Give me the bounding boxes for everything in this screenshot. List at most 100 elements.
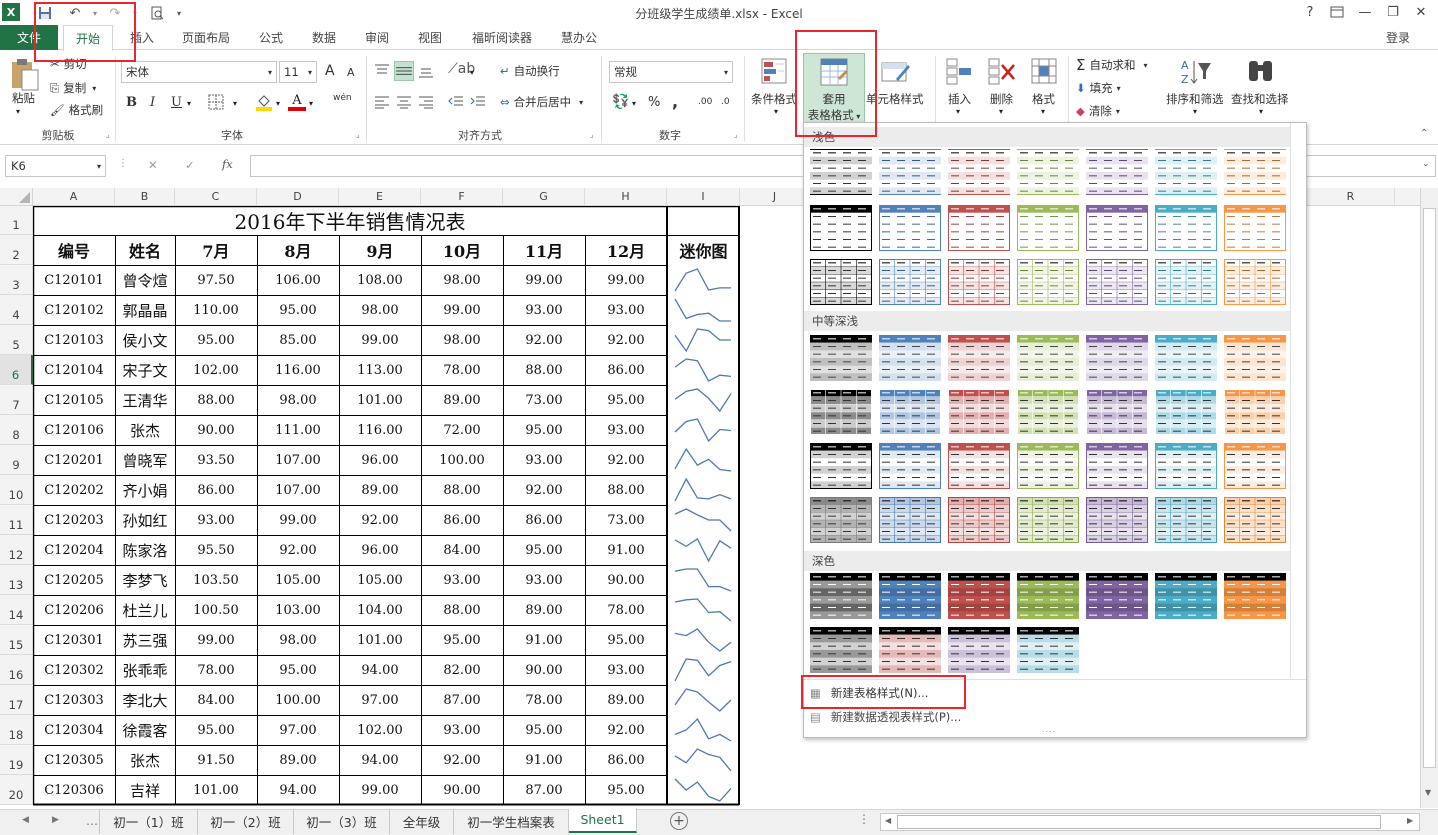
paste-button[interactable]: 粘贴: [12, 90, 35, 106]
align-left-icon[interactable]: [374, 95, 390, 112]
sales-cell[interactable]: 99.00: [257, 505, 339, 535]
copy-button[interactable]: ⎘ 复制 ▾: [50, 80, 96, 96]
underline-button[interactable]: U: [171, 95, 182, 110]
sheet-tab[interactable]: 初一（2）班: [198, 809, 294, 834]
paste-icon[interactable]: [8, 58, 40, 92]
name-cell[interactable]: 宋子文: [115, 355, 175, 385]
vertical-scrollbar[interactable]: ▼: [1420, 188, 1438, 808]
table-style-swatch[interactable]: [1017, 259, 1079, 305]
resize-grip-icon[interactable]: ....: [1042, 725, 1056, 734]
sales-cell[interactable]: 78.00: [421, 355, 503, 385]
row-header[interactable]: 19: [0, 745, 33, 775]
sales-cell[interactable]: 100.50: [175, 595, 257, 625]
column-header-c[interactable]: C: [175, 188, 257, 206]
id-cell[interactable]: C120105: [33, 385, 115, 415]
sparkline[interactable]: [673, 327, 733, 353]
id-cell[interactable]: C120106: [33, 415, 115, 445]
table-style-swatch[interactable]: [1155, 335, 1217, 381]
ribbon-display-icon[interactable]: [1324, 2, 1350, 22]
sales-cell[interactable]: 92.00: [585, 325, 667, 355]
name-cell[interactable]: 侯小文: [115, 325, 175, 355]
chevron-down-icon[interactable]: ▾: [1041, 107, 1045, 116]
id-cell[interactable]: C120203: [33, 505, 115, 535]
sales-cell[interactable]: 91.50: [175, 745, 257, 775]
select-all-corner[interactable]: [0, 188, 33, 206]
sales-cell[interactable]: 91.00: [503, 745, 585, 775]
id-cell[interactable]: C120101: [33, 265, 115, 295]
decrease-indent-icon[interactable]: [448, 95, 464, 112]
sales-cell[interactable]: 78.00: [175, 655, 257, 685]
table-style-swatch[interactable]: [948, 497, 1010, 543]
table-style-swatch[interactable]: [1086, 335, 1148, 381]
collapse-ribbon-icon[interactable]: ⌃: [1420, 128, 1428, 139]
sales-cell[interactable]: 111.00: [257, 415, 339, 445]
column-header-h[interactable]: H: [585, 188, 667, 206]
sales-cell[interactable]: 98.00: [421, 265, 503, 295]
table-style-swatch[interactable]: [1155, 389, 1217, 435]
italic-button[interactable]: I: [150, 95, 155, 110]
table-style-swatch[interactable]: [810, 497, 872, 543]
sales-cell[interactable]: 88.00: [421, 595, 503, 625]
find-select-icon[interactable]: [1246, 57, 1276, 90]
help-button[interactable]: ?: [1297, 2, 1323, 22]
table-style-swatch[interactable]: [1017, 497, 1079, 543]
row-header[interactable]: 16: [0, 655, 33, 685]
column-heading[interactable]: 姓名: [115, 235, 175, 265]
row-header[interactable]: 9: [0, 445, 33, 475]
sales-cell[interactable]: 96.00: [339, 535, 421, 565]
table-style-swatch[interactable]: [879, 149, 941, 195]
id-cell[interactable]: C120102: [33, 295, 115, 325]
orientation-dropdown-icon[interactable]: ▾: [470, 68, 474, 77]
sales-cell[interactable]: 116.00: [339, 415, 421, 445]
column-heading[interactable]: 10月: [421, 235, 503, 265]
sheet-title[interactable]: 2016年下半年销售情况表: [33, 206, 667, 235]
sales-cell[interactable]: 110.00: [175, 295, 257, 325]
horizontal-scroll-thumb[interactable]: [897, 815, 1381, 829]
table-style-swatch[interactable]: [1086, 205, 1148, 251]
cell-styles-icon[interactable]: [880, 57, 910, 90]
table-style-swatch[interactable]: [948, 259, 1010, 305]
sales-cell[interactable]: 108.00: [339, 265, 421, 295]
format-painter-button[interactable]: 🖌 格式刷: [50, 102, 103, 118]
borders-icon[interactable]: [208, 94, 224, 113]
insert-cells-button[interactable]: 插入: [948, 91, 971, 107]
table-style-swatch[interactable]: [810, 627, 872, 673]
sparkline[interactable]: [673, 267, 733, 293]
id-cell[interactable]: C120301: [33, 625, 115, 655]
sales-cell[interactable]: 86.00: [175, 475, 257, 505]
close-icon[interactable]: ✕: [1408, 2, 1434, 22]
row-header[interactable]: 12: [0, 535, 33, 565]
table-style-swatch[interactable]: [1086, 497, 1148, 543]
sales-cell[interactable]: 94.00: [339, 745, 421, 775]
sales-cell[interactable]: 95.00: [257, 655, 339, 685]
sales-cell[interactable]: 72.00: [421, 415, 503, 445]
row-header[interactable]: 18: [0, 715, 33, 745]
sales-cell[interactable]: 90.00: [503, 655, 585, 685]
enter-formula-icon[interactable]: ✓: [185, 158, 195, 172]
increase-decimal-button[interactable]: .00: [698, 97, 712, 107]
table-style-swatch[interactable]: [1017, 443, 1079, 489]
chevron-down-icon[interactable]: ▾: [1259, 107, 1263, 116]
name-cell[interactable]: 曾晓军: [115, 445, 175, 475]
tab-page-layout[interactable]: 页面布局: [172, 25, 240, 50]
sales-cell[interactable]: 73.00: [503, 385, 585, 415]
table-style-swatch[interactable]: [1224, 205, 1286, 251]
tab-split-handle-icon[interactable]: ⋮: [858, 812, 870, 826]
alignment-launcher-icon[interactable]: ⌟: [590, 130, 594, 139]
vertical-scroll-thumb[interactable]: [1423, 208, 1436, 768]
sales-cell[interactable]: 88.00: [585, 475, 667, 505]
id-cell[interactable]: C120303: [33, 685, 115, 715]
wrap-text-button[interactable]: ↵ 自动换行: [500, 63, 560, 79]
sales-cell[interactable]: 93.00: [421, 565, 503, 595]
table-style-swatch[interactable]: [948, 443, 1010, 489]
sales-cell[interactable]: 98.00: [257, 625, 339, 655]
sales-cell[interactable]: 89.00: [585, 685, 667, 715]
id-cell[interactable]: C120103: [33, 325, 115, 355]
table-style-swatch[interactable]: [1086, 573, 1148, 619]
increase-indent-icon[interactable]: [470, 95, 486, 112]
sales-cell[interactable]: 99.00: [585, 265, 667, 295]
sparkline[interactable]: [673, 507, 733, 533]
table-style-swatch[interactable]: [1155, 573, 1217, 619]
table-style-swatch[interactable]: [948, 205, 1010, 251]
sales-cell[interactable]: 95.00: [585, 775, 667, 805]
